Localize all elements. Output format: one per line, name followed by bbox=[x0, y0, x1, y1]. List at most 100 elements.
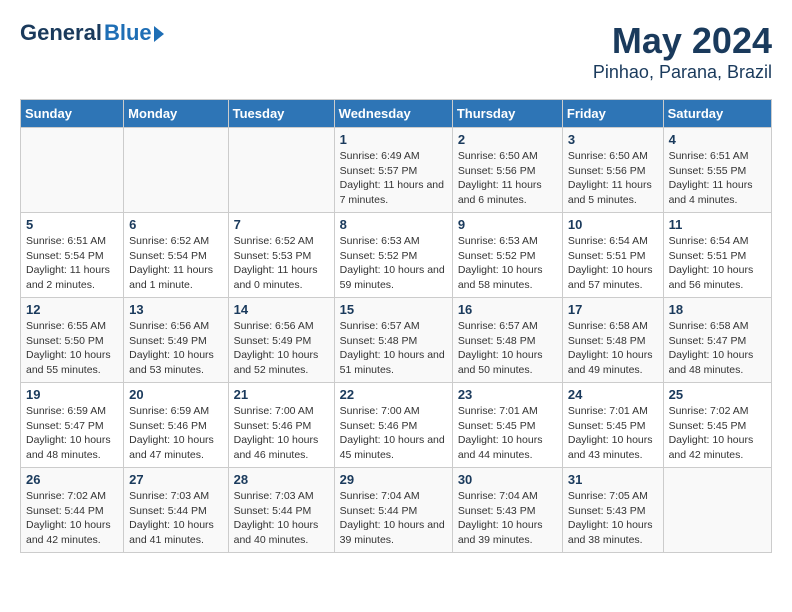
header-day-thursday: Thursday bbox=[452, 100, 562, 128]
day-number: 7 bbox=[234, 217, 329, 232]
cell-text: Daylight: 10 hours and 44 minutes. bbox=[458, 433, 557, 462]
cell-text: Daylight: 10 hours and 40 minutes. bbox=[234, 518, 329, 547]
day-number: 3 bbox=[568, 132, 658, 147]
day-number: 8 bbox=[340, 217, 447, 232]
cell-text: Sunset: 5:48 PM bbox=[340, 334, 447, 349]
day-number: 29 bbox=[340, 472, 447, 487]
calendar-table: SundayMondayTuesdayWednesdayThursdayFrid… bbox=[20, 99, 772, 553]
calendar-cell: 7Sunrise: 6:52 AMSunset: 5:53 PMDaylight… bbox=[228, 213, 334, 298]
cell-text: Sunset: 5:49 PM bbox=[234, 334, 329, 349]
cell-text: Sunset: 5:51 PM bbox=[669, 249, 766, 264]
day-number: 19 bbox=[26, 387, 118, 402]
calendar-cell bbox=[124, 128, 228, 213]
cell-text: Sunrise: 6:50 AM bbox=[458, 149, 557, 164]
cell-text: Sunrise: 6:58 AM bbox=[669, 319, 766, 334]
logo-arrow-icon bbox=[154, 26, 164, 42]
cell-text: Daylight: 10 hours and 57 minutes. bbox=[568, 263, 658, 292]
cell-text: Daylight: 10 hours and 49 minutes. bbox=[568, 348, 658, 377]
day-number: 31 bbox=[568, 472, 658, 487]
day-number: 6 bbox=[129, 217, 222, 232]
week-row-1: 1Sunrise: 6:49 AMSunset: 5:57 PMDaylight… bbox=[21, 128, 772, 213]
cell-text: Daylight: 10 hours and 48 minutes. bbox=[26, 433, 118, 462]
calendar-cell: 21Sunrise: 7:00 AMSunset: 5:46 PMDayligh… bbox=[228, 383, 334, 468]
calendar-cell: 14Sunrise: 6:56 AMSunset: 5:49 PMDayligh… bbox=[228, 298, 334, 383]
cell-text: Sunset: 5:44 PM bbox=[234, 504, 329, 519]
header-day-monday: Monday bbox=[124, 100, 228, 128]
calendar-cell: 8Sunrise: 6:53 AMSunset: 5:52 PMDaylight… bbox=[334, 213, 452, 298]
cell-text: Sunrise: 6:49 AM bbox=[340, 149, 447, 164]
header-row: SundayMondayTuesdayWednesdayThursdayFrid… bbox=[21, 100, 772, 128]
logo-blue: Blue bbox=[104, 20, 152, 46]
header-day-tuesday: Tuesday bbox=[228, 100, 334, 128]
cell-text: Sunset: 5:45 PM bbox=[568, 419, 658, 434]
cell-text: Sunrise: 6:56 AM bbox=[129, 319, 222, 334]
day-number: 18 bbox=[669, 302, 766, 317]
cell-text: Daylight: 10 hours and 42 minutes. bbox=[669, 433, 766, 462]
cell-text: Daylight: 11 hours and 5 minutes. bbox=[568, 178, 658, 207]
calendar-cell: 17Sunrise: 6:58 AMSunset: 5:48 PMDayligh… bbox=[562, 298, 663, 383]
calendar-cell bbox=[663, 468, 771, 553]
cell-text: Sunrise: 7:01 AM bbox=[568, 404, 658, 419]
day-number: 21 bbox=[234, 387, 329, 402]
title-block: May 2024 Pinhao, Parana, Brazil bbox=[593, 20, 772, 83]
week-row-4: 19Sunrise: 6:59 AMSunset: 5:47 PMDayligh… bbox=[21, 383, 772, 468]
day-number: 26 bbox=[26, 472, 118, 487]
day-number: 16 bbox=[458, 302, 557, 317]
cell-text: Daylight: 10 hours and 43 minutes. bbox=[568, 433, 658, 462]
cell-text: Sunset: 5:50 PM bbox=[26, 334, 118, 349]
cell-text: Sunset: 5:44 PM bbox=[26, 504, 118, 519]
cell-text: Daylight: 11 hours and 0 minutes. bbox=[234, 263, 329, 292]
cell-text: Sunset: 5:44 PM bbox=[129, 504, 222, 519]
calendar-cell: 24Sunrise: 7:01 AMSunset: 5:45 PMDayligh… bbox=[562, 383, 663, 468]
calendar-cell: 1Sunrise: 6:49 AMSunset: 5:57 PMDaylight… bbox=[334, 128, 452, 213]
cell-text: Sunset: 5:46 PM bbox=[129, 419, 222, 434]
cell-text: Sunset: 5:48 PM bbox=[458, 334, 557, 349]
cell-text: Sunset: 5:54 PM bbox=[26, 249, 118, 264]
calendar-cell: 23Sunrise: 7:01 AMSunset: 5:45 PMDayligh… bbox=[452, 383, 562, 468]
calendar-cell: 30Sunrise: 7:04 AMSunset: 5:43 PMDayligh… bbox=[452, 468, 562, 553]
cell-text: Sunset: 5:45 PM bbox=[669, 419, 766, 434]
cell-text: Sunset: 5:44 PM bbox=[340, 504, 447, 519]
cell-text: Daylight: 10 hours and 59 minutes. bbox=[340, 263, 447, 292]
logo: General Blue bbox=[20, 20, 164, 46]
cell-text: Sunrise: 7:02 AM bbox=[669, 404, 766, 419]
cell-text: Sunrise: 7:03 AM bbox=[234, 489, 329, 504]
day-number: 23 bbox=[458, 387, 557, 402]
cell-text: Daylight: 11 hours and 1 minute. bbox=[129, 263, 222, 292]
cell-text: Sunrise: 6:51 AM bbox=[26, 234, 118, 249]
calendar-cell: 29Sunrise: 7:04 AMSunset: 5:44 PMDayligh… bbox=[334, 468, 452, 553]
day-number: 25 bbox=[669, 387, 766, 402]
cell-text: Sunrise: 7:05 AM bbox=[568, 489, 658, 504]
cell-text: Sunset: 5:48 PM bbox=[568, 334, 658, 349]
calendar-cell: 10Sunrise: 6:54 AMSunset: 5:51 PMDayligh… bbox=[562, 213, 663, 298]
logo-general: General bbox=[20, 20, 102, 46]
calendar-cell: 9Sunrise: 6:53 AMSunset: 5:52 PMDaylight… bbox=[452, 213, 562, 298]
calendar-title: May 2024 bbox=[593, 20, 772, 62]
day-number: 4 bbox=[669, 132, 766, 147]
cell-text: Daylight: 10 hours and 51 minutes. bbox=[340, 348, 447, 377]
cell-text: Daylight: 11 hours and 4 minutes. bbox=[669, 178, 766, 207]
header-day-wednesday: Wednesday bbox=[334, 100, 452, 128]
page-header: General Blue May 2024 Pinhao, Parana, Br… bbox=[20, 20, 772, 83]
calendar-cell: 26Sunrise: 7:02 AMSunset: 5:44 PMDayligh… bbox=[21, 468, 124, 553]
cell-text: Sunset: 5:49 PM bbox=[129, 334, 222, 349]
cell-text: Sunset: 5:52 PM bbox=[458, 249, 557, 264]
calendar-cell: 16Sunrise: 6:57 AMSunset: 5:48 PMDayligh… bbox=[452, 298, 562, 383]
cell-text: Sunrise: 6:59 AM bbox=[26, 404, 118, 419]
cell-text: Daylight: 11 hours and 2 minutes. bbox=[26, 263, 118, 292]
day-number: 28 bbox=[234, 472, 329, 487]
calendar-cell: 19Sunrise: 6:59 AMSunset: 5:47 PMDayligh… bbox=[21, 383, 124, 468]
day-number: 9 bbox=[458, 217, 557, 232]
cell-text: Sunrise: 6:57 AM bbox=[458, 319, 557, 334]
day-number: 2 bbox=[458, 132, 557, 147]
cell-text: Sunrise: 6:53 AM bbox=[340, 234, 447, 249]
cell-text: Daylight: 10 hours and 52 minutes. bbox=[234, 348, 329, 377]
cell-text: Daylight: 10 hours and 53 minutes. bbox=[129, 348, 222, 377]
cell-text: Sunrise: 6:54 AM bbox=[568, 234, 658, 249]
cell-text: Sunset: 5:43 PM bbox=[568, 504, 658, 519]
day-number: 15 bbox=[340, 302, 447, 317]
day-number: 10 bbox=[568, 217, 658, 232]
week-row-5: 26Sunrise: 7:02 AMSunset: 5:44 PMDayligh… bbox=[21, 468, 772, 553]
calendar-cell: 22Sunrise: 7:00 AMSunset: 5:46 PMDayligh… bbox=[334, 383, 452, 468]
cell-text: Sunrise: 7:03 AM bbox=[129, 489, 222, 504]
